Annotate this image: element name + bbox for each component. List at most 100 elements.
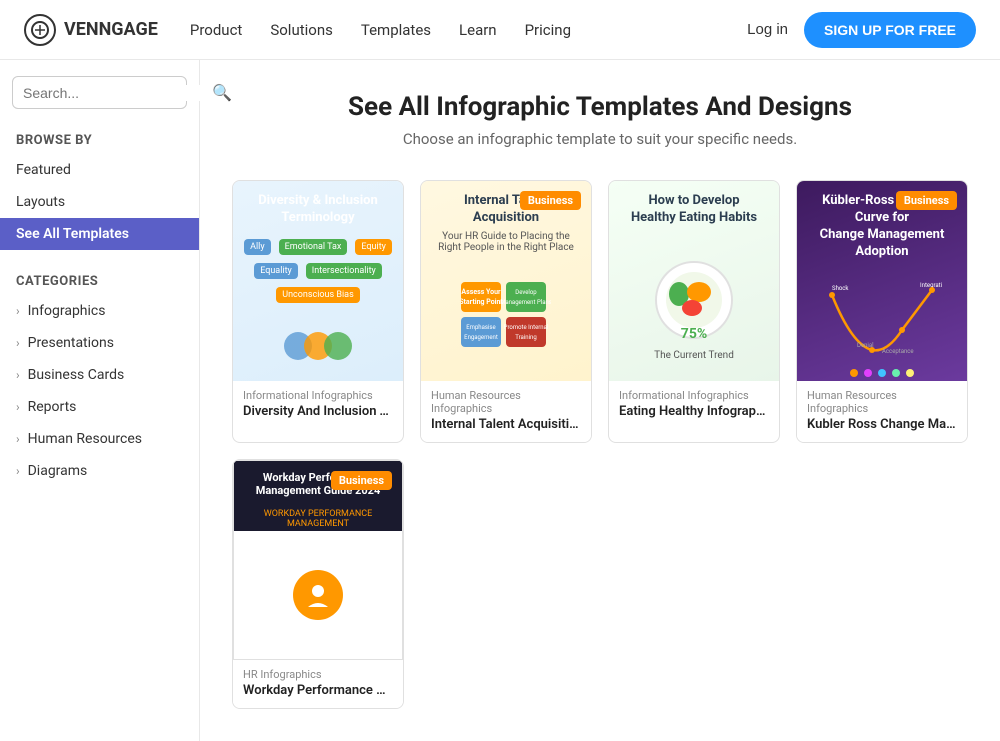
main-content: See All Infographic Templates And Design… — [200, 60, 1000, 741]
template-preview-eating: How to DevelopHealthy Eating Habits 75% — [609, 181, 779, 381]
browse-by-label: BROWSE BY — [0, 125, 199, 154]
template-card-diversity[interactable]: Diversity & InclusionTerminology Ally Em… — [232, 180, 404, 443]
chip: Ally — [244, 239, 271, 255]
card-illustration: Assess Your Starting Point Emphasise Eng… — [421, 253, 591, 381]
template-category: Human Resources Infographics — [807, 389, 957, 415]
cat-label: Reports — [28, 399, 77, 415]
template-title: Internal Talent Acquisition I... — [431, 417, 581, 432]
site-header: VENNGAGE Product Solutions Templates Lea… — [0, 0, 1000, 60]
nav-learn[interactable]: Learn — [459, 21, 497, 39]
template-card-talent[interactable]: Business Internal TalentAcquisition Your… — [420, 180, 592, 443]
template-card-kubler[interactable]: Business Kübler-Ross Change Curve forCha… — [796, 180, 968, 443]
business-badge: Business — [331, 471, 392, 490]
sidebar-item-infographics[interactable]: › Infographics — [0, 295, 199, 327]
template-title: Kubler Ross Change Manag... — [807, 417, 957, 432]
template-preview-diversity: Diversity & InclusionTerminology Ally Em… — [233, 181, 403, 381]
template-category: Informational Infographics — [619, 389, 769, 402]
template-category: HR Infographics — [243, 668, 393, 681]
card-sub: Your HR Guide to Placing the Right Peopl… — [421, 231, 591, 253]
page-title: See All Infographic Templates And Design… — [232, 92, 968, 122]
sidebar-item-featured[interactable]: Featured — [0, 154, 199, 186]
nav-product[interactable]: Product — [190, 21, 242, 39]
logo-icon — [24, 14, 56, 46]
card-illustration: 75% The Current Trend — [609, 231, 779, 381]
sidebar-item-diagrams[interactable]: › Diagrams — [0, 455, 199, 487]
card-chips: Ally Emotional Tax Equity Equality Inter… — [233, 231, 403, 311]
nav-pricing[interactable]: Pricing — [525, 21, 571, 39]
page-body: 🔍 BROWSE BY Featured Layouts See All Tem… — [0, 60, 1000, 741]
business-badge: Business — [520, 191, 581, 210]
logo[interactable]: VENNGAGE — [24, 14, 158, 46]
chip: Intersectionality — [306, 263, 382, 279]
card-illustration — [233, 311, 403, 381]
template-meta: HR Infographics Workday Performance Mana… — [233, 660, 403, 708]
template-preview-workday: Business Workday PerformanceManagement G… — [233, 460, 403, 660]
chevron-icon: › — [16, 304, 20, 318]
cat-label: Human Resources — [28, 431, 142, 447]
page-subheading: Choose an infographic template to suit y… — [232, 130, 968, 148]
workday-body — [234, 531, 402, 659]
search-box[interactable]: 🔍 — [12, 76, 187, 109]
template-preview-talent: Business Internal TalentAcquisition Your… — [421, 181, 591, 381]
workday-sub: WORKDAY PERFORMANCE MANAGEMENT — [234, 507, 402, 531]
svg-text:Training: Training — [515, 334, 536, 341]
template-card-eating[interactable]: How to DevelopHealthy Eating Habits 75% — [608, 180, 780, 443]
sidebar-item-business-cards[interactable]: › Business Cards — [0, 359, 199, 391]
chevron-icon: › — [16, 368, 20, 382]
template-card-workday[interactable]: Business Workday PerformanceManagement G… — [232, 459, 404, 709]
chevron-icon: › — [16, 464, 20, 478]
chevron-icon: › — [16, 432, 20, 446]
template-grid: Diversity & InclusionTerminology Ally Em… — [232, 180, 968, 709]
nav-templates[interactable]: Templates — [361, 21, 431, 39]
template-meta: Human Resources Infographics Kubler Ross… — [797, 381, 967, 442]
chevron-icon: › — [16, 336, 20, 350]
card-title: Diversity & InclusionTerminology — [233, 181, 403, 231]
sidebar-item-see-all[interactable]: See All Templates — [0, 218, 199, 250]
svg-text:Shock: Shock — [832, 285, 849, 292]
chevron-icon: › — [16, 400, 20, 414]
svg-text:Acceptance: Acceptance — [882, 348, 914, 355]
cat-label: Infographics — [28, 303, 106, 319]
signup-button[interactable]: SIGN UP FOR FREE — [804, 12, 976, 48]
logo-text: VENNGAGE — [64, 19, 158, 40]
sidebar-item-layouts[interactable]: Layouts — [0, 186, 199, 218]
svg-text:75%: 75% — [681, 326, 707, 342]
template-category: Informational Infographics — [243, 389, 393, 402]
sidebar-item-label: Featured — [16, 162, 71, 178]
sidebar-item-presentations[interactable]: › Presentations — [0, 327, 199, 359]
sidebar-item-label: See All Templates — [16, 226, 129, 242]
template-title: Eating Healthy Infographic — [619, 404, 769, 419]
svg-text:Management Plans: Management Plans — [500, 299, 551, 306]
template-title: Workday Performance Management Guide 202… — [243, 683, 393, 698]
sidebar-item-human-resources[interactable]: › Human Resources — [0, 423, 199, 455]
svg-text:Engagement: Engagement — [464, 334, 498, 341]
svg-text:Assess Your: Assess Your — [461, 288, 501, 296]
card-title: How to DevelopHealthy Eating Habits — [609, 181, 779, 231]
card-illustration: Shock Denial Acceptance Integration — [797, 265, 967, 365]
business-badge: Business — [896, 191, 957, 210]
nav-solutions[interactable]: Solutions — [270, 21, 333, 39]
sidebar: 🔍 BROWSE BY Featured Layouts See All Tem… — [0, 60, 200, 741]
svg-text:Develop: Develop — [515, 289, 537, 296]
categories-label: CATEGORIES — [0, 266, 199, 295]
main-nav: Product Solutions Templates Learn Pricin… — [190, 21, 571, 39]
workday-icon — [293, 570, 343, 620]
sidebar-item-label: Layouts — [16, 194, 65, 210]
svg-text:Starting Point: Starting Point — [461, 298, 503, 306]
chip: Equity — [355, 239, 392, 255]
stage-dots — [797, 365, 967, 381]
chip: Unconscious Bias — [276, 287, 359, 303]
template-title: Diversity And Inclusion Term... — [243, 404, 393, 419]
chip: Equality — [254, 263, 298, 279]
cat-label: Business Cards — [28, 367, 125, 383]
card-stat: The Current Trend — [644, 350, 744, 361]
login-button[interactable]: Log in — [747, 21, 788, 38]
chip: Emotional Tax — [279, 239, 348, 255]
template-category: Human Resources Infographics — [431, 389, 581, 415]
search-input[interactable] — [23, 85, 204, 101]
sidebar-item-reports[interactable]: › Reports — [0, 391, 199, 423]
template-meta: Informational Infographics Eating Health… — [609, 381, 779, 429]
template-preview-kubler: Business Kübler-Ross Change Curve forCha… — [797, 181, 967, 381]
svg-text:Emphasise: Emphasise — [466, 324, 495, 331]
cat-label: Diagrams — [28, 463, 88, 479]
